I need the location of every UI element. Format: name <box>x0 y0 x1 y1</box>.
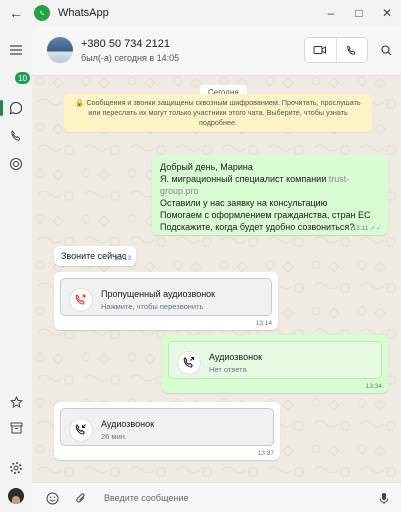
call-subtitle: 26 мин. <box>101 432 127 441</box>
message-input[interactable] <box>104 490 364 506</box>
message-timestamp: 13:13 <box>114 255 131 262</box>
encryption-notice[interactable]: 🔒 Сообщения и звонки защищены сквозным ш… <box>64 94 372 132</box>
missed-call-card[interactable]: Пропущенный аудиозвонок Нажмите, чтобы п… <box>60 278 272 316</box>
chats-icon[interactable] <box>6 98 26 118</box>
minimize-icon[interactable]: – <box>317 0 345 26</box>
emoji-icon[interactable] <box>43 489 61 507</box>
settings-gear-icon[interactable] <box>6 458 26 478</box>
read-receipt-icon: ✓✓ <box>370 225 382 232</box>
call-subtitle: Нажмите, чтобы перезвонить <box>101 302 204 311</box>
profile-avatar-icon[interactable] <box>6 486 26 506</box>
outgoing-call-icon <box>177 351 201 375</box>
starred-icon[interactable] <box>6 392 26 412</box>
archive-icon[interactable] <box>6 418 26 438</box>
incoming-call-icon <box>69 418 93 442</box>
video-call-button[interactable] <box>305 38 337 62</box>
message-timestamp: 13:34 <box>365 383 382 390</box>
chat-panel: +380 50 734 2121 был(-а) сегодня в 14:05… <box>32 26 401 512</box>
back-arrow-icon[interactable]: ← <box>0 0 32 26</box>
contact-last-seen: был(-а) сегодня в 14:05 <box>81 53 180 63</box>
audio-call-card[interactable]: Аудиозвонок 26 мин. <box>60 408 274 446</box>
audio-call-card[interactable]: Аудиозвонок Нет ответа <box>168 341 382 379</box>
call-title: Аудиозвонок <box>209 352 263 362</box>
maximize-icon[interactable]: □ <box>345 0 373 26</box>
video-camera-icon <box>313 46 327 54</box>
call-title: Аудиозвонок <box>101 419 155 429</box>
chat-header: +380 50 734 2121 был(-а) сегодня в 14:05 <box>32 26 401 76</box>
window-title: WhatsApp <box>58 7 109 19</box>
contact-name[interactable]: +380 50 734 2121 <box>81 38 170 50</box>
outgoing-message[interactable]: Добрый день, Марина Я. миграционный спец… <box>152 155 388 235</box>
left-rail: 10 <box>0 26 32 512</box>
message-timestamp: 13:14 <box>255 320 272 327</box>
voice-call-button[interactable] <box>337 38 368 62</box>
message-line: Я. миграционный специалист компании trus… <box>160 174 350 184</box>
message-link[interactable]: group.pro <box>160 185 370 197</box>
search-icon[interactable] <box>377 41 395 59</box>
outgoing-call-message[interactable]: Аудиозвонок Нет ответа 13:34 <box>162 335 388 393</box>
message-line: Помогаем с оформлением гражданства, стра… <box>160 210 371 220</box>
call-subtitle: Нет ответа <box>209 365 247 374</box>
calls-icon[interactable] <box>6 126 26 146</box>
whatsapp-logo-icon <box>34 5 50 21</box>
missed-call-message[interactable]: Пропущенный аудиозвонок Нажмите, чтобы п… <box>54 272 278 330</box>
incoming-message[interactable]: Звоните сейчас 13:13 <box>54 246 136 266</box>
status-icon[interactable] <box>6 154 26 174</box>
active-indicator <box>0 100 3 116</box>
message-line: Оставили у нас заявку на консультацию <box>160 198 328 208</box>
close-icon[interactable]: ✕ <box>373 0 401 26</box>
message-line: Добрый день, Марина <box>160 162 253 172</box>
message-timestamp: 13:11 ✓✓ <box>352 225 382 232</box>
title-bar: ← WhatsApp – □ ✕ <box>0 0 401 26</box>
incoming-call-message[interactable]: Аудиозвонок 26 мин. 13:37 <box>54 402 280 460</box>
microphone-icon[interactable] <box>375 489 393 507</box>
attach-paperclip-icon[interactable] <box>72 489 90 507</box>
call-buttons <box>304 37 368 63</box>
chats-unread-badge: 10 <box>15 72 30 84</box>
missed-call-icon <box>69 288 93 312</box>
message-line: Подскажите, когда будет удобно созвонить… <box>160 222 355 232</box>
contact-avatar[interactable] <box>47 37 73 63</box>
message-timestamp: 13:37 <box>257 450 274 457</box>
phone-icon <box>347 44 356 55</box>
menu-icon[interactable] <box>6 40 26 60</box>
call-title: Пропущенный аудиозвонок <box>101 289 216 299</box>
message-composer <box>32 482 401 512</box>
